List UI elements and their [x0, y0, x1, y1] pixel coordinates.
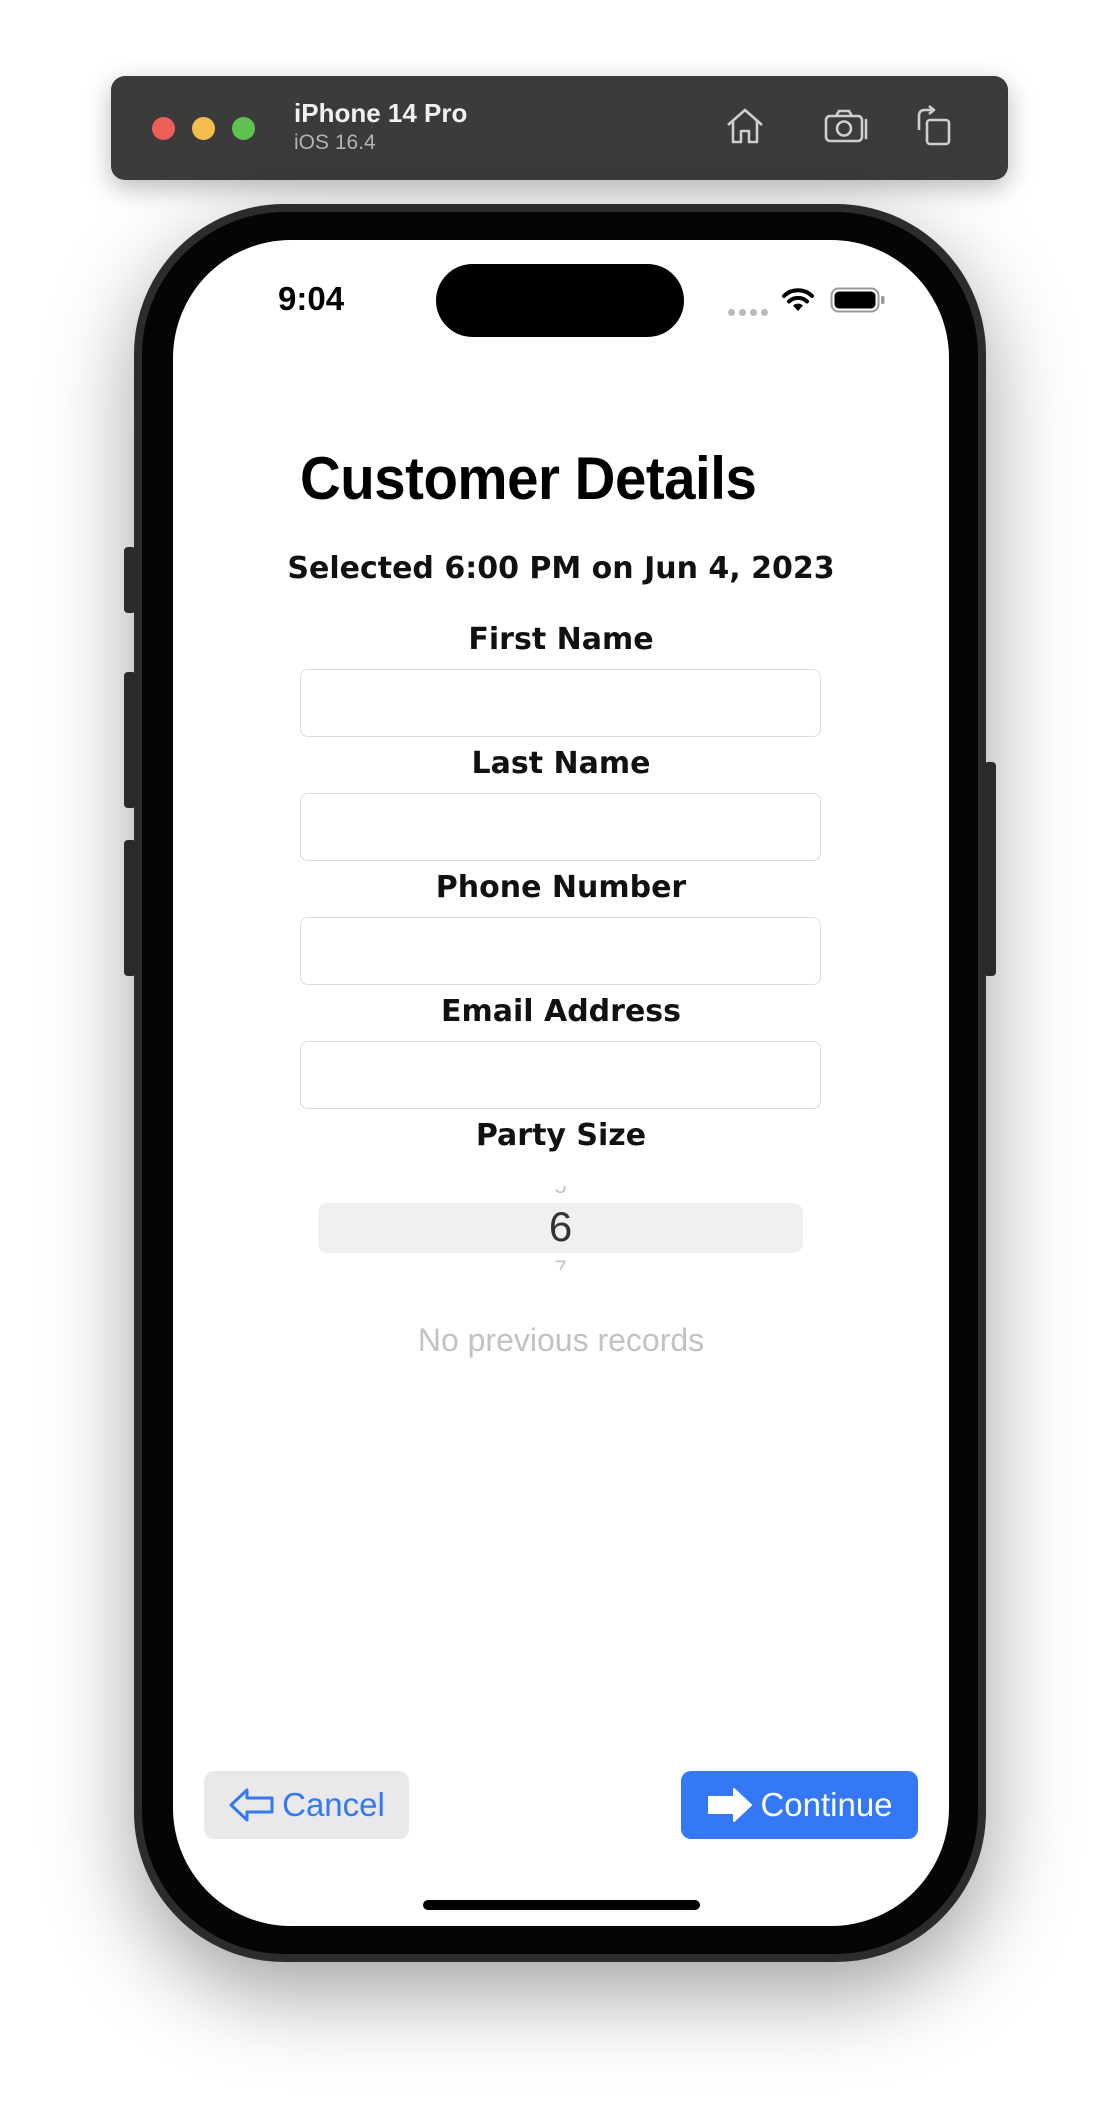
first-name-field[interactable]	[300, 669, 821, 737]
picker-selected-value[interactable]: 6	[318, 1202, 803, 1252]
party-size-picker[interactable]: 5 6 7	[318, 1180, 803, 1270]
simulator-window: iPhone 14 Pro iOS 16.4 9:04 Customer Det…	[0, 0, 1120, 2116]
battery-icon	[830, 286, 886, 314]
status-time: 9:04	[278, 280, 345, 317]
arrow-left-icon	[229, 1788, 274, 1822]
zoom-window-button[interactable]	[232, 117, 255, 140]
page-title: Customer Details	[300, 445, 757, 512]
phone-number-label: Phone Number	[435, 870, 687, 905]
os-version: iOS 16.4	[294, 131, 376, 154]
continue-label: Continue	[760, 1786, 893, 1823]
email-address-label: Email Address	[440, 994, 682, 1029]
picker-next-text: 7	[554, 1258, 566, 1270]
home-icon[interactable]	[721, 102, 769, 150]
home-indicator[interactable]	[423, 1900, 700, 1910]
dynamic-island	[436, 264, 684, 337]
picker-previous-value[interactable]: 5	[318, 1186, 803, 1198]
last-name-label: Last Name	[471, 746, 651, 781]
last-name-field[interactable]	[300, 793, 821, 861]
rotate-icon[interactable]	[911, 102, 959, 150]
picker-previous-text: 5	[554, 1186, 566, 1198]
minimize-window-button[interactable]	[192, 117, 215, 140]
cancel-label: Cancel	[282, 1786, 385, 1823]
continue-button[interactable]: Continue	[681, 1771, 918, 1839]
screenshot-icon[interactable]	[822, 102, 870, 150]
arrow-right-icon	[708, 1788, 753, 1822]
first-name-label: First Name	[468, 622, 654, 657]
phone-number-field[interactable]	[300, 917, 821, 985]
cancel-button[interactable]: Cancel	[204, 1771, 409, 1839]
picker-next-value[interactable]: 7	[318, 1258, 803, 1270]
no-records-text: No previous records	[417, 1322, 705, 1358]
close-window-button[interactable]	[152, 117, 175, 140]
selected-reservation-text: Selected 6:00 PM on Jun 4, 2023	[287, 551, 835, 586]
email-address-field[interactable]	[300, 1041, 821, 1109]
device-name: iPhone 14 Pro	[294, 98, 468, 128]
party-size-label: Party Size	[475, 1118, 647, 1153]
cellular-icon	[728, 303, 772, 321]
wifi-icon	[780, 285, 816, 315]
